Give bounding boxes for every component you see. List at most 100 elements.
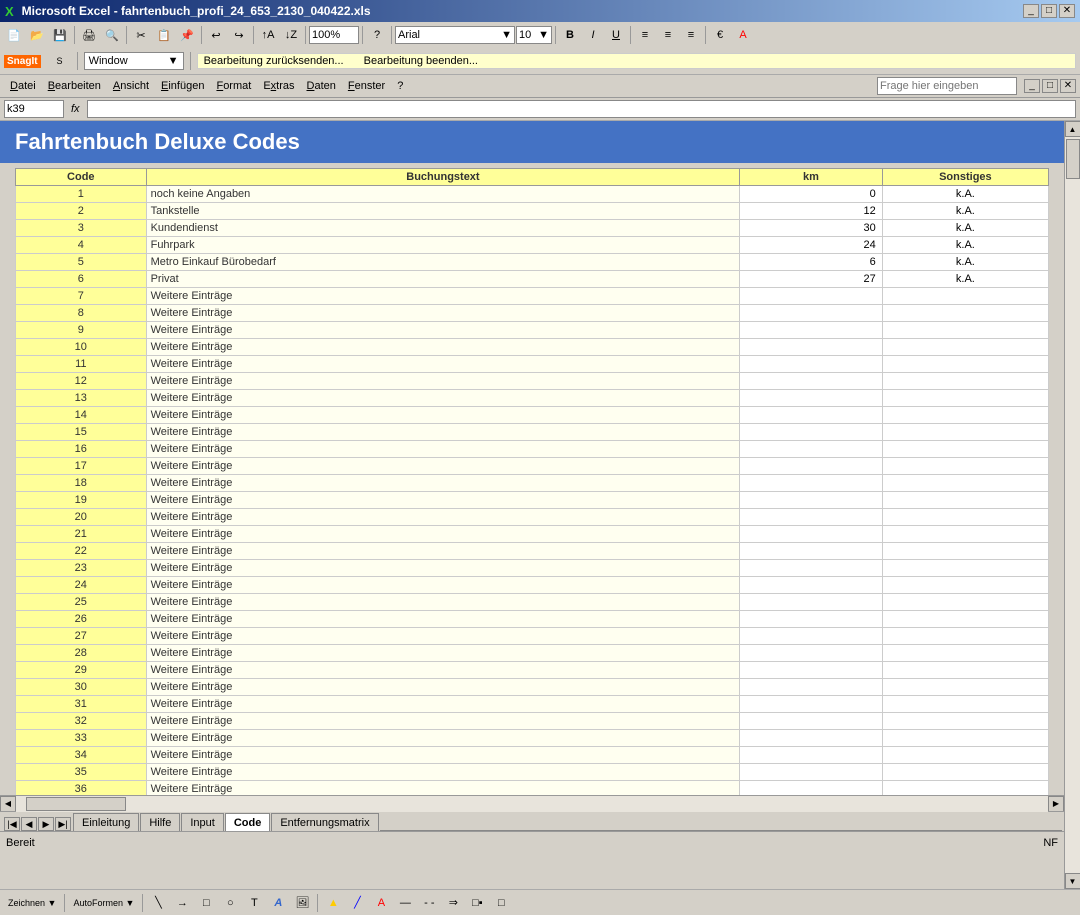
inner-close-button[interactable]: ✕: [1060, 79, 1076, 93]
cell-km[interactable]: 27: [740, 271, 882, 288]
shadow-btn[interactable]: □▪: [466, 892, 488, 914]
cell-km[interactable]: [740, 475, 882, 492]
cell-km[interactable]: [740, 492, 882, 509]
cell-km[interactable]: [740, 441, 882, 458]
cell-km[interactable]: 24: [740, 237, 882, 254]
cell-code[interactable]: 32: [16, 713, 147, 730]
cell-km[interactable]: [740, 543, 882, 560]
cell-code[interactable]: 4: [16, 237, 147, 254]
draw-btn-1[interactable]: Zeichnen ▼: [4, 892, 60, 914]
line-color-btn[interactable]: ╱: [346, 892, 368, 914]
font-dropdown-icon[interactable]: ▼: [501, 29, 512, 41]
cell-sonstiges[interactable]: k.A.: [882, 271, 1048, 288]
cell-buchungstext[interactable]: Weitere Einträge: [146, 475, 740, 492]
cell-sonstiges[interactable]: [882, 339, 1048, 356]
zoom-box[interactable]: 100%: [309, 26, 359, 44]
tab-prev-button[interactable]: ◀: [21, 817, 37, 831]
cell-code[interactable]: 26: [16, 611, 147, 628]
cell-code[interactable]: 25: [16, 594, 147, 611]
menu-daten[interactable]: Daten: [301, 78, 342, 94]
help-search-input[interactable]: [877, 77, 1017, 95]
cell-sonstiges[interactable]: k.A.: [882, 220, 1048, 237]
cell-code[interactable]: 6: [16, 271, 147, 288]
cell-sonstiges[interactable]: [882, 645, 1048, 662]
cell-code[interactable]: 7: [16, 288, 147, 305]
cell-code[interactable]: 23: [16, 560, 147, 577]
cell-sonstiges[interactable]: [882, 390, 1048, 407]
h-scroll-right-button[interactable]: ▶: [1048, 796, 1064, 812]
font-selector[interactable]: Arial ▼: [395, 26, 515, 44]
cell-buchungstext[interactable]: Weitere Einträge: [146, 458, 740, 475]
tab-last-button[interactable]: ▶|: [55, 817, 71, 831]
cell-km[interactable]: [740, 645, 882, 662]
paste-button[interactable]: 📌: [176, 24, 198, 46]
textbox-btn[interactable]: T: [243, 892, 265, 914]
save-button[interactable]: 💾: [49, 24, 71, 46]
menu-format[interactable]: Format: [210, 78, 257, 94]
menu-bearbeiten[interactable]: Bearbeiten: [42, 78, 107, 94]
cell-sonstiges[interactable]: [882, 543, 1048, 560]
cell-sonstiges[interactable]: [882, 679, 1048, 696]
arrow-style-btn[interactable]: ⇒: [442, 892, 464, 914]
cell-buchungstext[interactable]: Weitere Einträge: [146, 713, 740, 730]
tab-next-button[interactable]: ▶: [38, 817, 54, 831]
cell-buchungstext[interactable]: Weitere Einträge: [146, 356, 740, 373]
h-scroll-track[interactable]: [16, 796, 1048, 812]
underline-button[interactable]: U: [605, 24, 627, 46]
cell-sonstiges[interactable]: [882, 696, 1048, 713]
cell-code[interactable]: 24: [16, 577, 147, 594]
oval-btn[interactable]: ○: [219, 892, 241, 914]
cell-buchungstext[interactable]: Weitere Einträge: [146, 560, 740, 577]
clip-btn[interactable]: 🖼: [291, 892, 313, 914]
cell-code[interactable]: 10: [16, 339, 147, 356]
align-center-button[interactable]: ≡: [657, 24, 679, 46]
cell-sonstiges[interactable]: [882, 458, 1048, 475]
cell-sonstiges[interactable]: [882, 526, 1048, 543]
menu-datei[interactable]: Datei: [4, 78, 42, 94]
cell-code[interactable]: 16: [16, 441, 147, 458]
cell-buchungstext[interactable]: Weitere Einträge: [146, 730, 740, 747]
cell-sonstiges[interactable]: [882, 781, 1048, 796]
cell-km[interactable]: [740, 662, 882, 679]
fill-color-btn[interactable]: ▲: [322, 892, 344, 914]
maximize-button[interactable]: □: [1041, 4, 1057, 18]
tab-entfernungsmatrix[interactable]: Entfernungsmatrix: [271, 813, 378, 831]
cell-sonstiges[interactable]: [882, 509, 1048, 526]
cell-sonstiges[interactable]: [882, 407, 1048, 424]
cell-code[interactable]: 36: [16, 781, 147, 796]
align-left-button[interactable]: ≡: [634, 24, 656, 46]
cell-km[interactable]: [740, 696, 882, 713]
cell-km[interactable]: [740, 373, 882, 390]
cell-km[interactable]: [740, 424, 882, 441]
cell-sonstiges[interactable]: [882, 730, 1048, 747]
cell-code[interactable]: 30: [16, 679, 147, 696]
inner-minimize-button[interactable]: _: [1024, 79, 1040, 93]
cell-buchungstext[interactable]: Weitere Einträge: [146, 747, 740, 764]
close-button[interactable]: ✕: [1059, 4, 1075, 18]
cell-buchungstext[interactable]: Weitere Einträge: [146, 577, 740, 594]
tab-input[interactable]: Input: [181, 813, 223, 831]
cell-km[interactable]: [740, 730, 882, 747]
help-button[interactable]: ?: [366, 24, 388, 46]
cell-sonstiges[interactable]: [882, 475, 1048, 492]
cell-code[interactable]: 3: [16, 220, 147, 237]
cell-code[interactable]: 35: [16, 764, 147, 781]
vertical-scrollbar[interactable]: ▲ ▼: [1064, 121, 1080, 889]
cell-code[interactable]: 28: [16, 645, 147, 662]
menu-fenster[interactable]: Fenster: [342, 78, 391, 94]
cell-buchungstext[interactable]: Weitere Einträge: [146, 441, 740, 458]
cell-sonstiges[interactable]: [882, 577, 1048, 594]
cell-km[interactable]: [740, 356, 882, 373]
cell-code[interactable]: 11: [16, 356, 147, 373]
cell-code[interactable]: 20: [16, 509, 147, 526]
cell-sonstiges[interactable]: [882, 305, 1048, 322]
cell-buchungstext[interactable]: Weitere Einträge: [146, 611, 740, 628]
cell-sonstiges[interactable]: k.A.: [882, 237, 1048, 254]
minimize-button[interactable]: _: [1023, 4, 1039, 18]
cell-buchungstext[interactable]: Weitere Einträge: [146, 322, 740, 339]
cell-km[interactable]: [740, 577, 882, 594]
cell-buchungstext[interactable]: noch keine Angaben: [146, 186, 740, 203]
cell-km[interactable]: [740, 764, 882, 781]
cell-buchungstext[interactable]: Weitere Einträge: [146, 407, 740, 424]
cell-buchungstext[interactable]: Weitere Einträge: [146, 594, 740, 611]
